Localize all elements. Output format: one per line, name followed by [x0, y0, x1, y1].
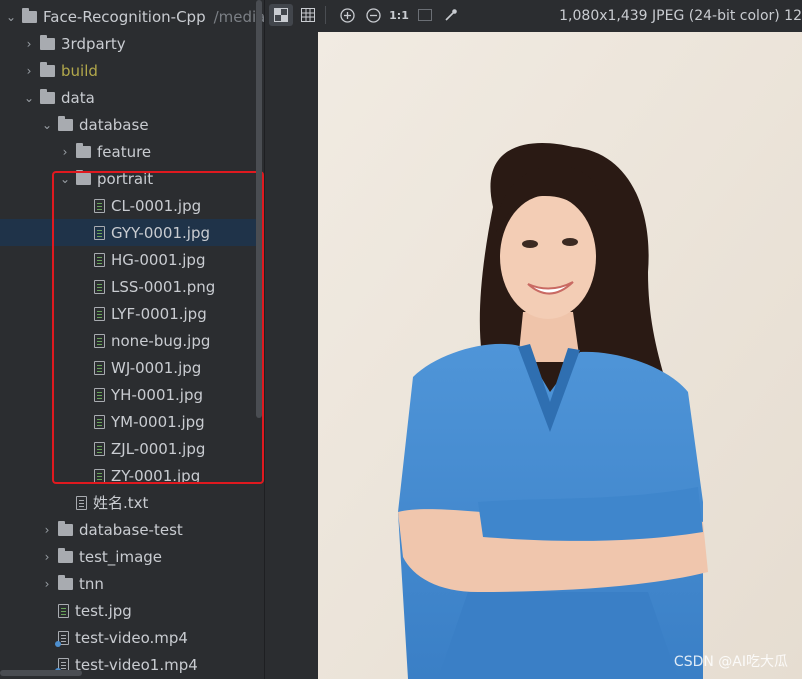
- folder-icon: [40, 61, 55, 77]
- tree-row[interactable]: › 3rdparty: [0, 30, 256, 57]
- tree-row[interactable]: 姓名.txt: [0, 489, 256, 516]
- grid-icon[interactable]: [297, 4, 319, 26]
- checkerboard-icon[interactable]: [269, 4, 293, 26]
- chevron-right-icon[interactable]: ›: [21, 36, 37, 52]
- tree-row[interactable]: › tnn: [0, 570, 256, 597]
- tree-item-label: database: [79, 115, 149, 134]
- tree-item-label: test_image: [79, 547, 163, 566]
- chevron-right-icon[interactable]: ›: [39, 522, 55, 538]
- text-file-icon: [76, 495, 87, 510]
- folder-icon: [40, 88, 55, 104]
- watermark: CSDN @AI吃大瓜: [673, 654, 788, 670]
- project-tree: ⌄ Face-Recognition-Cpp /media/ › 3rdparty…: [0, 0, 264, 679]
- tree-vertical-scrollbar[interactable]: [256, 0, 262, 418]
- folder-icon: [58, 520, 73, 536]
- tree-item-label: database-test: [79, 520, 183, 539]
- tree-row[interactable]: ⌄ data: [0, 84, 256, 111]
- chevron-right-icon[interactable]: ›: [39, 549, 55, 565]
- chevron-right-icon[interactable]: ›: [21, 63, 37, 79]
- tree-item-label: data: [61, 88, 95, 107]
- actual-size-button[interactable]: 1:1: [388, 4, 410, 26]
- image-file-icon: [58, 603, 69, 618]
- chevron-down-icon[interactable]: ⌄: [39, 117, 55, 133]
- tree-item-label: test-video.mp4: [75, 628, 188, 647]
- tree-item-label: test.jpg: [75, 601, 132, 620]
- image-viewer: 1:1 1,080x1,439 JPEG (24-bit color) 12 C…: [265, 0, 802, 679]
- tree-row[interactable]: › test_image: [0, 543, 256, 570]
- eyedropper-icon[interactable]: [440, 4, 462, 26]
- chevron-down-icon[interactable]: ⌄: [3, 9, 19, 25]
- tree-root[interactable]: ⌄ Face-Recognition-Cpp /media/: [0, 3, 264, 30]
- tree-item-label: tnn: [79, 574, 104, 593]
- folder-icon: [58, 547, 73, 563]
- tree-item-label: 3rdparty: [61, 34, 126, 53]
- tree-row[interactable]: test.jpg: [0, 597, 256, 624]
- video-file-icon: [55, 630, 69, 647]
- folder-icon: [58, 115, 73, 131]
- folder-icon: [76, 142, 91, 158]
- project-name: Face-Recognition-Cpp: [43, 7, 206, 26]
- chevron-down-icon[interactable]: ⌄: [21, 90, 37, 106]
- tree-row[interactable]: › database-test: [0, 516, 256, 543]
- toolbar-separator: [325, 6, 326, 24]
- tree-horizontal-scrollbar[interactable]: [0, 670, 82, 676]
- fit-window-icon[interactable]: [414, 4, 436, 26]
- folder-icon: [40, 34, 55, 50]
- folder-icon: [58, 574, 73, 590]
- tree-item-label: build: [61, 61, 98, 80]
- chevron-right-icon[interactable]: ›: [57, 144, 73, 160]
- highlight-box: [52, 171, 264, 484]
- tree-item-label: feature: [97, 142, 152, 161]
- chevron-right-icon[interactable]: ›: [39, 576, 55, 592]
- zoom-in-icon[interactable]: [336, 4, 358, 26]
- zoom-out-icon[interactable]: [362, 4, 384, 26]
- tree-item-label: test-video1.mp4: [75, 655, 198, 674]
- image-info: 1,080x1,439 JPEG (24-bit color) 12: [559, 8, 802, 24]
- tree-row[interactable]: test-video.mp4: [0, 624, 256, 651]
- portrait-photo: CSDN @AI吃大瓜: [318, 32, 802, 679]
- tree-row[interactable]: › feature: [0, 138, 256, 165]
- tree-row[interactable]: › build: [0, 57, 256, 84]
- tree-item-label: 姓名.txt: [93, 494, 149, 512]
- folder-icon: [22, 7, 37, 23]
- tree-row[interactable]: ⌄ database: [0, 111, 256, 138]
- viewer-toolbar: 1:1 1,080x1,439 JPEG (24-bit color) 12: [265, 0, 802, 30]
